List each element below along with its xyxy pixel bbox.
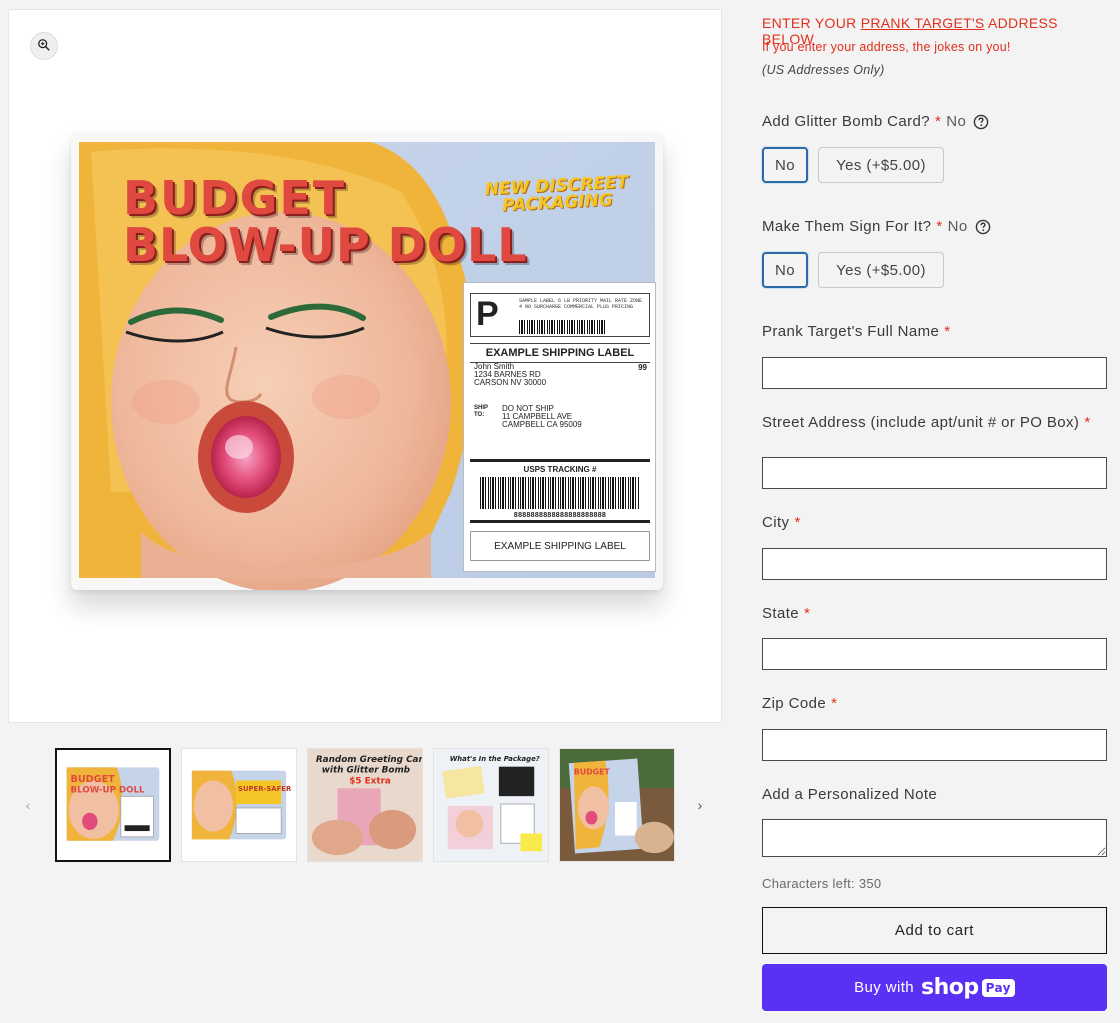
glitter-bomb-current-value: No — [946, 113, 967, 130]
characters-left-counter: Characters left: 350 — [762, 876, 882, 891]
zoom-in-icon — [37, 38, 51, 55]
zip-code-label-text: Zip Code — [762, 695, 827, 712]
signature-yes-option[interactable]: Yes (+$5.00) — [818, 252, 944, 288]
required-marker: * — [794, 514, 801, 531]
question-circle-icon[interactable] — [975, 219, 991, 235]
signature-current-value: No — [947, 218, 968, 235]
label-from-city: CARSON NV 30000 — [474, 378, 547, 387]
full-name-label: Prank Target's Full Name * — [762, 324, 1102, 340]
label-heading: EXAMPLE SHIPPING LABEL — [470, 343, 650, 363]
priority-letter: P — [476, 295, 499, 333]
product-form: ENTER YOUR PRANK TARGET'S ADDRESS BELOW … — [762, 0, 1108, 1023]
label-from-address: John Smith 1234 BARNES RD CARSON NV 3000… — [474, 363, 546, 387]
city-label: City * — [762, 515, 1102, 531]
label-footer: EXAMPLE SHIPPING LABEL — [470, 531, 650, 561]
thumb-doorstep[interactable]: BUDGET — [559, 748, 675, 862]
state-label-text: State — [762, 605, 800, 622]
zoom-button[interactable] — [30, 32, 58, 60]
thumb-greeting-card[interactable]: Random Greeting Card with Glitter Bomb $5 … — [307, 748, 423, 862]
pay-logo-badge: Pay — [981, 978, 1015, 997]
add-to-cart-button[interactable]: Add to cart — [762, 907, 1107, 954]
svg-text:What's In the Package?: What's In the Package? — [450, 755, 540, 763]
street-address-label-text: Street Address (include apt/unit # or PO… — [762, 414, 1080, 431]
package-title-line2: BLOW-UP DOLL — [123, 218, 528, 273]
label-to-address: DO NOT SHIP 11 CAMPBELL AVE CAMPBELL CA … — [502, 405, 582, 429]
thumb-whats-in-package[interactable]: What's In the Package? — [433, 748, 549, 862]
city-label-text: City — [762, 514, 790, 531]
full-name-label-text: Prank Target's Full Name — [762, 323, 940, 340]
label-mini-text: SAMPLE LABEL 6 LB PRIORITY MAIL RATE ZON… — [519, 298, 643, 310]
chevron-right-icon: › — [697, 797, 703, 813]
required-marker: * — [935, 113, 942, 130]
svg-text:$5 Extra: $5 Extra — [349, 776, 391, 786]
shop-logo-word: shop — [921, 975, 979, 1000]
svg-text:BUDGET: BUDGET — [71, 774, 116, 785]
tracking-title: USPS TRACKING # — [523, 465, 597, 474]
address-warning-subtitle: If you enter your address, the jokes on … — [762, 40, 1011, 54]
buy-with-text: Buy with — [854, 979, 915, 996]
svg-text:with Glitter Bomb: with Glitter Bomb — [322, 766, 410, 776]
shop-pay-button[interactable]: Buy with shop Pay — [762, 964, 1107, 1011]
zip-code-input[interactable] — [762, 729, 1107, 761]
svg-text:BUDGET: BUDGET — [574, 768, 611, 777]
state-input[interactable] — [762, 638, 1107, 670]
label-to-line3: CAMPBELL CA 95009 — [502, 420, 582, 429]
glitter-bomb-label-text: Add Glitter Bomb Card? — [762, 113, 931, 130]
slider-next-button[interactable]: › — [680, 748, 720, 862]
slider-prev-button[interactable]: ‹ — [8, 748, 48, 862]
svg-text:Random Greeting Card: Random Greeting Card — [316, 755, 422, 765]
required-marker: * — [944, 323, 951, 340]
thumbnail-slider: ‹ BUDGET BLOW-UP DOLL SUPER-SAFER Random … — [8, 748, 722, 862]
state-label: State * — [762, 606, 1102, 622]
signature-label: Make Them Sign For It? * No — [762, 218, 991, 235]
street-address-input[interactable] — [762, 457, 1107, 489]
full-name-input[interactable] — [762, 357, 1107, 389]
glitter-bomb-yes-option[interactable]: Yes (+$5.00) — [818, 147, 944, 183]
thumb-budget-doll[interactable]: BUDGET BLOW-UP DOLL — [55, 748, 171, 862]
signature-label-text: Make Them Sign For It? — [762, 218, 932, 235]
thumb-super-safer[interactable]: SUPER-SAFER — [181, 748, 297, 862]
personalized-note-textarea[interactable] — [762, 819, 1107, 857]
svg-text:BLOW-UP DOLL: BLOW-UP DOLL — [71, 785, 145, 795]
required-marker: * — [831, 695, 838, 712]
city-input[interactable] — [762, 548, 1107, 580]
svg-text:SUPER-SAFER: SUPER-SAFER — [238, 785, 292, 793]
shipping-label: P SAMPLE LABEL 6 LB PRIORITY MAIL RATE Z… — [463, 282, 656, 572]
shipping-label-header: P SAMPLE LABEL 6 LB PRIORITY MAIL RATE Z… — [470, 293, 650, 337]
required-marker: * — [1084, 414, 1091, 431]
chevron-left-icon: ‹ — [25, 797, 31, 813]
zip-code-label: Zip Code * — [762, 696, 1102, 712]
required-marker: * — [936, 218, 943, 235]
label-ship-to: SHIP TO: — [474, 405, 488, 418]
warning-prefix: ENTER YOUR — [762, 15, 861, 31]
required-marker: * — [804, 605, 811, 622]
street-address-label: Street Address (include apt/unit # or PO… — [762, 415, 1102, 431]
glitter-bomb-no-option[interactable]: No — [762, 147, 808, 183]
label-2d-barcode — [519, 320, 605, 334]
product-package: BUDGET BLOW-UP DOLL NEW DISCREET PACKAGI… — [71, 132, 663, 590]
us-only-note: (US Addresses Only) — [762, 63, 885, 77]
signature-no-option[interactable]: No — [762, 252, 808, 288]
tracking-barcode — [480, 477, 640, 509]
label-tracking: USPS TRACKING # 8888888888888888888888 — [470, 459, 650, 523]
personalized-note-label: Add a Personalized Note — [762, 786, 938, 803]
glitter-bomb-label: Add Glitter Bomb Card? * No — [762, 113, 989, 130]
tracking-number: 8888888888888888888888 — [513, 512, 607, 519]
question-circle-icon[interactable] — [973, 114, 989, 130]
prank-target-link[interactable]: PRANK TARGET'S — [861, 15, 985, 31]
product-main-image[interactable]: BUDGET BLOW-UP DOLL NEW DISCREET PACKAGI… — [8, 9, 722, 723]
label-code: 99 — [638, 363, 647, 372]
